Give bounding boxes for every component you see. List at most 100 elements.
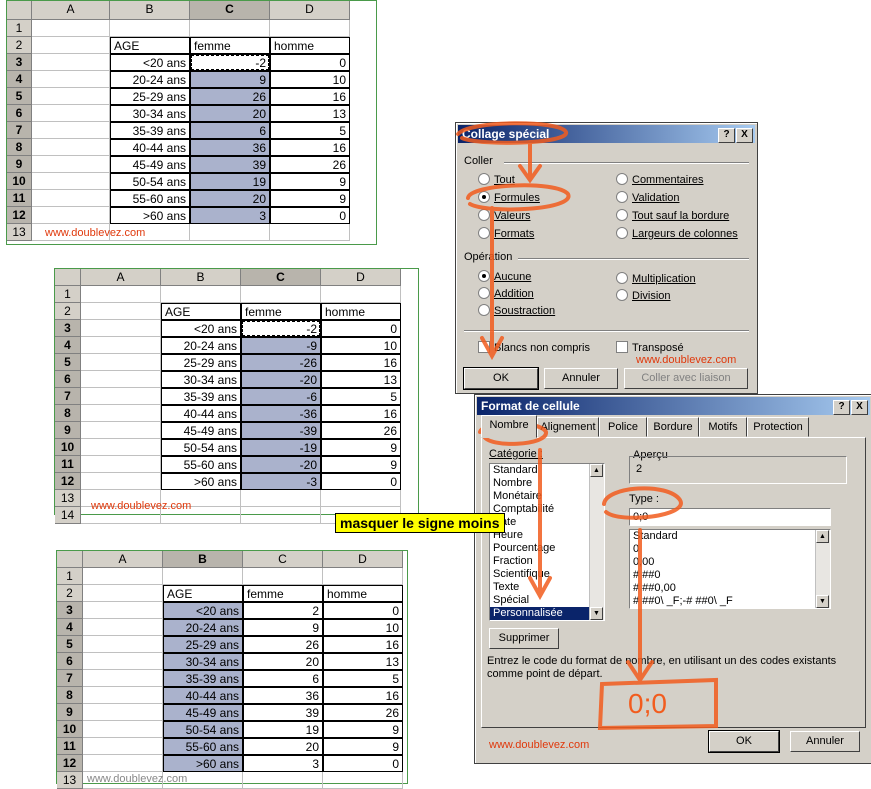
data-cell-femme[interactable]: 9 bbox=[243, 619, 323, 636]
corner-cell[interactable] bbox=[55, 269, 81, 286]
cell[interactable] bbox=[81, 439, 161, 456]
data-cell-age[interactable]: <20 ans bbox=[161, 320, 241, 337]
cell[interactable] bbox=[81, 388, 161, 405]
tab-alignement[interactable]: Alignement bbox=[537, 417, 599, 437]
cell[interactable] bbox=[81, 354, 161, 371]
cell[interactable] bbox=[32, 105, 110, 122]
tab-nombre[interactable]: Nombre bbox=[481, 415, 537, 438]
option-addition[interactable]: Addition bbox=[478, 287, 534, 301]
cell[interactable] bbox=[83, 738, 163, 755]
cell[interactable] bbox=[83, 619, 163, 636]
header-cell-age[interactable]: AGE bbox=[110, 37, 190, 54]
data-cell-femme[interactable]: -39 bbox=[241, 422, 321, 439]
data-cell-homme[interactable]: 10 bbox=[270, 71, 350, 88]
cell[interactable] bbox=[161, 286, 241, 303]
data-cell-femme[interactable]: 39 bbox=[190, 156, 270, 173]
data-cell-homme[interactable]: 5 bbox=[323, 670, 403, 687]
cell[interactable] bbox=[32, 71, 110, 88]
category-item[interactable]: Scientifique bbox=[490, 568, 604, 581]
row-header-7[interactable]: 7 bbox=[57, 670, 83, 687]
cell[interactable] bbox=[241, 507, 321, 524]
cell[interactable] bbox=[243, 772, 323, 789]
data-cell-age[interactable]: 25-29 ans bbox=[163, 636, 243, 653]
cell[interactable] bbox=[81, 303, 161, 320]
data-cell-age[interactable]: <20 ans bbox=[110, 54, 190, 71]
row-header-9[interactable]: 9 bbox=[57, 704, 83, 721]
data-cell-homme[interactable]: 0 bbox=[321, 473, 401, 490]
option-commentaires[interactable]: Commentaires bbox=[616, 173, 704, 187]
data-cell-homme[interactable]: 13 bbox=[270, 105, 350, 122]
close-button[interactable]: X bbox=[736, 128, 753, 143]
data-cell-age[interactable]: 45-49 ans bbox=[110, 156, 190, 173]
data-cell-homme[interactable]: 13 bbox=[323, 653, 403, 670]
option-aucune[interactable]: Aucune bbox=[478, 270, 531, 284]
column-header-a[interactable]: A bbox=[81, 269, 161, 286]
data-cell-femme[interactable]: -9 bbox=[241, 337, 321, 354]
row-header-1[interactable]: 1 bbox=[7, 20, 32, 37]
row-header-10[interactable]: 10 bbox=[7, 173, 32, 190]
data-cell-age[interactable]: 50-54 ans bbox=[161, 439, 241, 456]
category-item[interactable]: Spécial bbox=[490, 594, 604, 607]
data-cell-homme[interactable]: 9 bbox=[270, 190, 350, 207]
row-header-1[interactable]: 1 bbox=[55, 286, 81, 303]
row-header-11[interactable]: 11 bbox=[55, 456, 81, 473]
data-cell-homme[interactable]: 0 bbox=[321, 320, 401, 337]
cell[interactable] bbox=[243, 568, 323, 585]
data-cell-femme[interactable]: -6 bbox=[241, 388, 321, 405]
header-cell-femme[interactable]: femme bbox=[190, 37, 270, 54]
cell[interactable] bbox=[163, 568, 243, 585]
coller-avec-liaison-button[interactable]: Coller avec liaison bbox=[624, 368, 748, 389]
data-cell-age[interactable]: >60 ans bbox=[110, 207, 190, 224]
data-cell-femme[interactable]: 2 bbox=[243, 602, 323, 619]
cell[interactable] bbox=[32, 207, 110, 224]
data-cell-homme[interactable]: 16 bbox=[270, 139, 350, 156]
cell[interactable] bbox=[270, 20, 350, 37]
cell[interactable] bbox=[110, 20, 190, 37]
cell[interactable] bbox=[32, 139, 110, 156]
tab-protection[interactable]: Protection bbox=[747, 417, 809, 437]
column-header-d[interactable]: D bbox=[323, 551, 403, 568]
annuler-button[interactable]: Annuler bbox=[544, 368, 618, 389]
data-cell-femme[interactable]: 3 bbox=[243, 755, 323, 772]
data-cell-age[interactable]: 30-34 ans bbox=[110, 105, 190, 122]
cell[interactable] bbox=[83, 636, 163, 653]
data-cell-femme[interactable]: 26 bbox=[243, 636, 323, 653]
cell[interactable] bbox=[83, 653, 163, 670]
row-header-7[interactable]: 7 bbox=[55, 388, 81, 405]
row-header-12[interactable]: 12 bbox=[7, 207, 32, 224]
row-header-8[interactable]: 8 bbox=[7, 139, 32, 156]
data-cell-age[interactable]: >60 ans bbox=[161, 473, 241, 490]
row-header-11[interactable]: 11 bbox=[7, 190, 32, 207]
type-item[interactable]: Standard bbox=[630, 530, 830, 543]
cell[interactable] bbox=[321, 286, 401, 303]
data-cell-age[interactable]: 45-49 ans bbox=[161, 422, 241, 439]
data-cell-age[interactable]: 20-24 ans bbox=[161, 337, 241, 354]
category-item[interactable]: Date bbox=[490, 516, 604, 529]
cell[interactable] bbox=[83, 704, 163, 721]
row-header-3[interactable]: 3 bbox=[57, 602, 83, 619]
cell[interactable] bbox=[81, 405, 161, 422]
category-item[interactable]: Standard bbox=[490, 464, 604, 477]
row-header-2[interactable]: 2 bbox=[7, 37, 32, 54]
data-cell-homme[interactable]: 5 bbox=[321, 388, 401, 405]
column-header-c[interactable]: C bbox=[190, 1, 270, 20]
option-multiplication[interactable]: Multiplication bbox=[616, 272, 696, 286]
annuler-button[interactable]: Annuler bbox=[790, 731, 860, 752]
header-cell-homme[interactable]: homme bbox=[323, 585, 403, 602]
cell[interactable] bbox=[83, 755, 163, 772]
row-header-13[interactable]: 13 bbox=[55, 490, 81, 507]
row-header-13[interactable]: 13 bbox=[57, 772, 83, 789]
data-cell-homme[interactable]: 13 bbox=[321, 371, 401, 388]
data-cell-age[interactable]: 40-44 ans bbox=[110, 139, 190, 156]
cell[interactable] bbox=[32, 190, 110, 207]
category-scrollbar[interactable]: ▲ ▼ bbox=[589, 464, 604, 620]
data-cell-femme[interactable]: 19 bbox=[190, 173, 270, 190]
cell[interactable] bbox=[81, 422, 161, 439]
cell[interactable] bbox=[81, 286, 161, 303]
tab-bordure[interactable]: Bordure bbox=[647, 417, 699, 437]
data-cell-homme[interactable]: 16 bbox=[270, 88, 350, 105]
cell[interactable] bbox=[321, 490, 401, 507]
data-cell-age[interactable]: 45-49 ans bbox=[163, 704, 243, 721]
data-cell-homme[interactable]: 16 bbox=[321, 354, 401, 371]
header-cell-homme[interactable]: homme bbox=[321, 303, 401, 320]
